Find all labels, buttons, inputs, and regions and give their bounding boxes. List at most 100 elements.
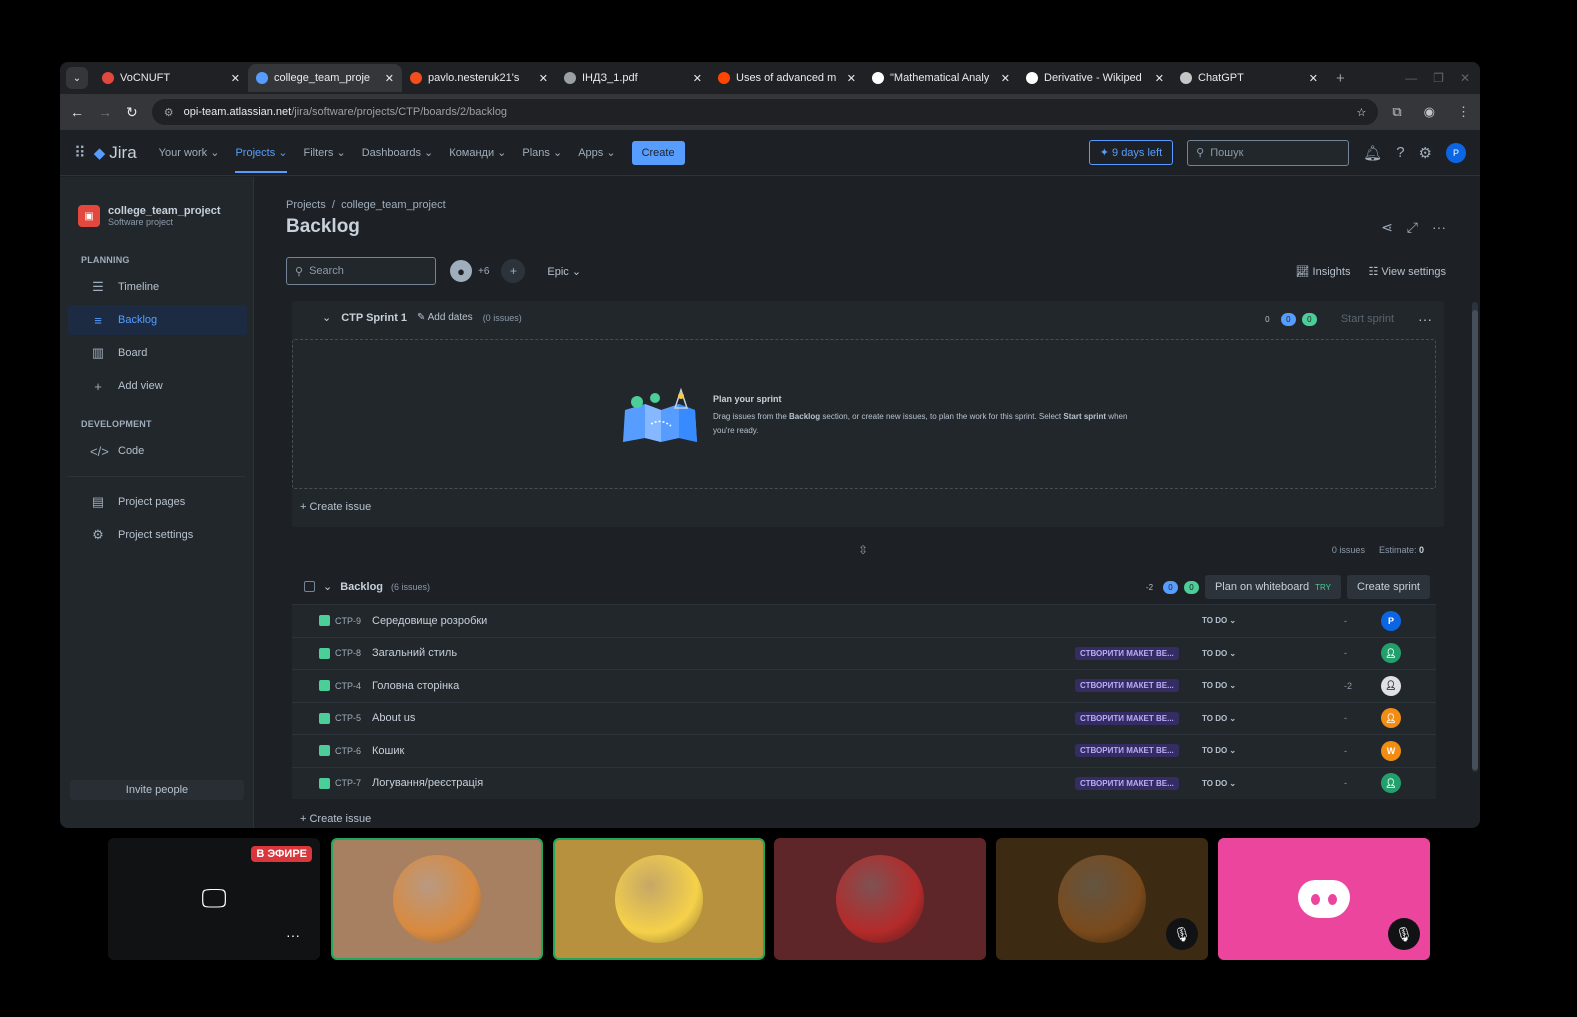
assignee-avatar[interactable]: 👤︎ [1381, 643, 1401, 664]
nav-item[interactable]: Dashboards ⌄ [362, 146, 434, 159]
close-tab-icon[interactable]: ✕ [539, 72, 548, 85]
add-dates-link[interactable]: ✎ Add dates [417, 312, 473, 323]
issue-summary[interactable]: Кошик [372, 745, 404, 757]
sidebar-item-project-settings[interactable]: ⚙ Project settings [68, 520, 247, 550]
story-points[interactable]: - [1344, 746, 1347, 756]
close-tab-icon[interactable]: ✕ [1001, 72, 1010, 85]
status-dropdown[interactable]: TO DO ⌄ [1202, 779, 1236, 788]
issue-row[interactable]: CTP-4 Головна сторінка СТВОРИТИ МАКЕТ ВЕ..… [292, 669, 1436, 702]
more-actions-icon[interactable]: ··· [1432, 219, 1446, 236]
nav-item[interactable]: Plans ⌄ [522, 146, 562, 159]
nav-item[interactable]: Projects ⌄ [235, 132, 288, 173]
issue-summary[interactable]: Головна сторінка [372, 680, 459, 692]
epic-lozenge[interactable]: СТВОРИТИ МАКЕТ ВЕ... [1075, 744, 1179, 758]
backlog-select-checkbox[interactable] [304, 581, 315, 592]
nav-item[interactable]: Filters ⌄ [303, 146, 345, 159]
new-tab-button[interactable]: + [1336, 70, 1345, 87]
assignee-avatar[interactable]: W [1381, 740, 1401, 761]
browser-tab[interactable]: Derivative - Wikiped ✕ [1018, 64, 1172, 92]
assignee-avatar[interactable]: 👤︎ [1381, 773, 1401, 794]
close-tab-icon[interactable]: ✕ [847, 72, 856, 85]
browser-tab[interactable]: VoCNUFT ✕ [94, 64, 248, 92]
issue-summary[interactable]: Загальний стиль [372, 647, 457, 659]
more-options-icon[interactable]: ··· [278, 920, 308, 950]
assignee-avatar[interactable]: 👤︎ [1381, 675, 1401, 696]
trial-button[interactable]: ✦ 9 days left [1088, 140, 1174, 165]
issue-row[interactable]: CTP-6 Кошик СТВОРИТИ МАКЕТ ВЕ... TO DO ⌄ - W [292, 734, 1436, 767]
avatar-filter[interactable]: ● [448, 258, 474, 284]
breadcrumb-project[interactable]: college_team_project [341, 199, 446, 211]
forward-icon[interactable]: → [98, 104, 112, 120]
epic-lozenge[interactable]: СТВОРИТИ МАКЕТ ВЕ... [1075, 711, 1179, 725]
insights-button[interactable]: 📈︎ Insights [1296, 265, 1351, 278]
collapse-chevron-icon[interactable]: ⌄ [322, 311, 331, 324]
issue-summary[interactable]: About us [372, 712, 415, 724]
more-avatars-count[interactable]: +6 [478, 266, 489, 277]
epic-lozenge[interactable]: СТВОРИТИ МАКЕТ ВЕ... [1075, 679, 1179, 693]
issue-key[interactable]: CTP-5 [335, 713, 372, 723]
sidebar-item-board[interactable]: ▥ Board [68, 338, 247, 368]
close-window-icon[interactable]: ✕ [1460, 71, 1470, 85]
add-people-icon[interactable]: + [501, 259, 526, 283]
story-points[interactable]: - [1344, 616, 1347, 626]
invite-people-button[interactable]: Invite people [70, 780, 244, 800]
minimize-icon[interactable]: — [1405, 71, 1417, 85]
sprint-create-issue-button[interactable]: + Create issue [300, 501, 371, 513]
browser-tab[interactable]: Uses of advanced m ✕ [710, 64, 864, 92]
sidebar-item-backlog[interactable]: ≡ Backlog [68, 305, 247, 335]
issue-row[interactable]: CTP-8 Загальний стиль СТВОРИТИ МАКЕТ ВЕ...… [292, 636, 1436, 669]
status-dropdown[interactable]: TO DO ⌄ [1202, 746, 1236, 755]
assignee-avatar[interactable]: P [1381, 610, 1401, 631]
create-button[interactable]: Create [631, 140, 685, 165]
status-dropdown[interactable]: TO DO ⌄ [1202, 649, 1236, 658]
browser-tab[interactable]: pavlo.nesteruk21's ✕ [402, 64, 556, 92]
resize-handle-icon[interactable]: ⇳ [858, 543, 868, 557]
sidebar-item-project-pages[interactable]: ▤ Project pages [68, 487, 247, 517]
sprint-more-icon[interactable]: ··· [1418, 311, 1432, 327]
project-header[interactable]: ▣ college_team_project Software project [60, 177, 253, 237]
scrollbar-thumb[interactable] [1472, 310, 1478, 770]
status-dropdown[interactable]: TO DO ⌄ [1202, 681, 1236, 690]
story-points[interactable]: - [1344, 713, 1347, 723]
settings-gear-icon[interactable]: ⚙ [1419, 144, 1432, 162]
issue-summary[interactable]: Логування/реєстрація [372, 777, 483, 789]
profile-icon[interactable]: ◉ [1424, 104, 1435, 120]
status-dropdown[interactable]: TO DO ⌄ [1202, 714, 1236, 723]
participant-tile[interactable] [331, 838, 543, 960]
back-icon[interactable]: ← [70, 104, 84, 120]
story-points[interactable]: -2 [1344, 681, 1352, 691]
close-tab-icon[interactable]: ✕ [1309, 72, 1318, 85]
close-tab-icon[interactable]: ✕ [1155, 72, 1164, 85]
browser-tab[interactable]: college_team_proje ✕ [248, 64, 402, 92]
issue-key[interactable]: CTP-4 [335, 681, 372, 691]
participant-tile[interactable] [774, 838, 986, 960]
user-avatar[interactable]: P [1446, 142, 1466, 163]
backlog-create-issue-button[interactable]: + Create issue [300, 813, 371, 825]
notifications-icon[interactable]: 🔔︎ [1363, 144, 1382, 162]
close-tab-icon[interactable]: ✕ [693, 72, 702, 85]
collapse-chevron-icon[interactable]: ⌄ [323, 580, 332, 593]
participant-tile[interactable]: 🎙︎ [1218, 838, 1430, 960]
story-points[interactable]: - [1344, 778, 1347, 788]
extensions-icon[interactable]: ⧉ [1392, 104, 1401, 120]
start-sprint-button[interactable]: Start sprint [1341, 313, 1394, 325]
tab-search-button[interactable]: ⌄ [66, 67, 88, 89]
nav-item[interactable]: Apps ⌄ [578, 146, 615, 159]
share-icon[interactable]: ⋖ [1381, 219, 1393, 236]
story-points[interactable]: - [1344, 648, 1347, 658]
restore-icon[interactable]: ❐ [1433, 71, 1444, 85]
issue-row[interactable]: CTP-7 Логування/реєстрація СТВОРИТИ МАКЕТ … [292, 766, 1436, 799]
issue-key[interactable]: CTP-7 [335, 778, 372, 788]
screen-share-tile[interactable]: В ЭФИРЕ 🖵︎ ··· [108, 838, 320, 960]
help-icon[interactable]: ? [1396, 144, 1404, 161]
epic-lozenge[interactable]: СТВОРИТИ МАКЕТ ВЕ... [1075, 776, 1179, 790]
global-search-input[interactable]: ⚲ Пошук [1187, 139, 1350, 166]
backlog-search-input[interactable]: ⚲ Search [286, 257, 436, 285]
status-dropdown[interactable]: TO DO ⌄ [1202, 616, 1236, 625]
issue-summary[interactable]: Середовище розробки [372, 615, 487, 627]
issue-key[interactable]: CTP-9 [335, 616, 372, 626]
nav-item[interactable]: Your work ⌄ [159, 146, 220, 159]
close-tab-icon[interactable]: ✕ [231, 72, 240, 85]
participant-tile[interactable] [553, 838, 765, 960]
epic-lozenge[interactable]: СТВОРИТИ МАКЕТ ВЕ... [1075, 646, 1179, 660]
